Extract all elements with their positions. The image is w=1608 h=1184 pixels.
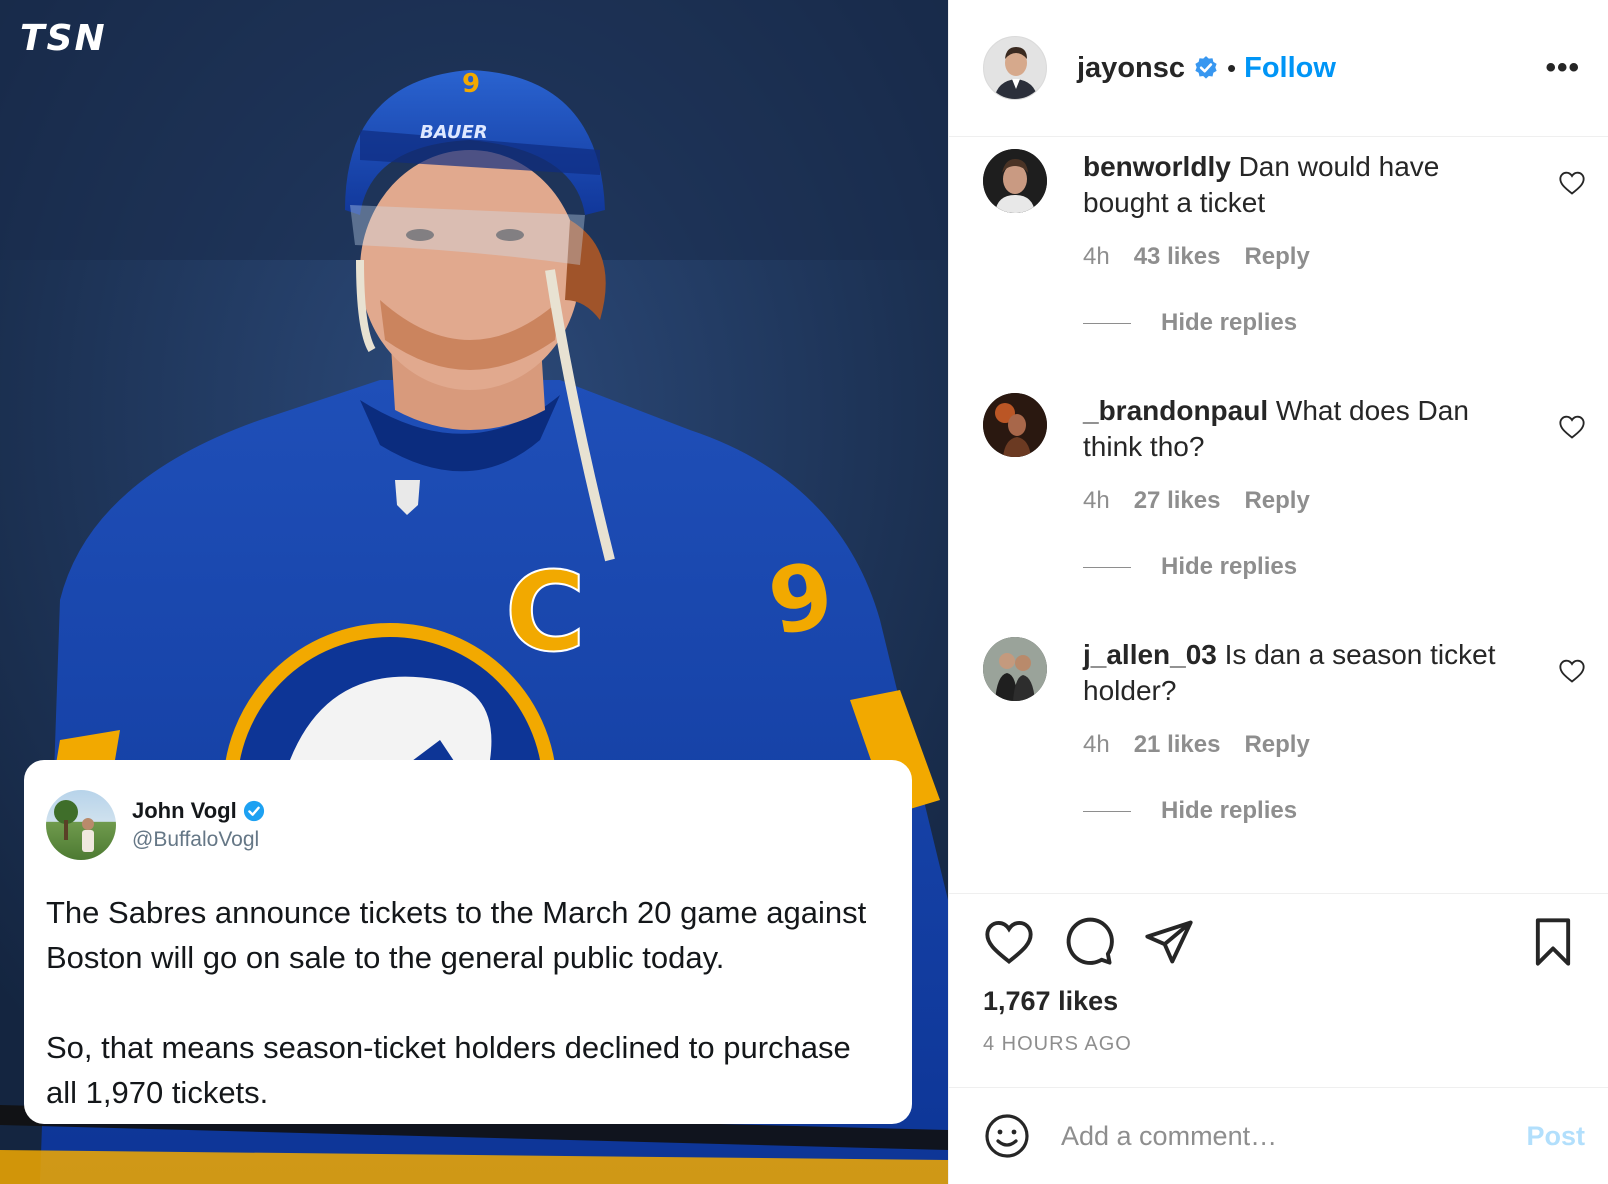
- hide-replies-label: Hide replies: [1161, 309, 1298, 336]
- author-username[interactable]: jayonsc: [1077, 52, 1185, 85]
- comment-username[interactable]: _brandonpaul: [1083, 395, 1268, 426]
- heart-icon[interactable]: [983, 916, 1035, 968]
- comment-text: _brandonpaul What does Dan think tho?: [1083, 393, 1513, 465]
- instagram-post: BAUER 9 C 9 TSN John Vogl @BuffaloVogl T…: [0, 0, 1608, 1184]
- comment-time: 4h: [1083, 243, 1110, 270]
- comment-likes[interactable]: 21 likes: [1134, 731, 1221, 759]
- replies-divider: [1083, 810, 1131, 812]
- svg-text:9: 9: [462, 69, 480, 99]
- comment-item: benworldly Dan would have bought a ticke…: [949, 149, 1608, 393]
- comment-item: j_allen_03 Is dan a season ticket holder…: [949, 637, 1608, 881]
- comment-time: 4h: [1083, 487, 1110, 514]
- hide-replies-button[interactable]: Hide replies: [1083, 553, 1608, 581]
- header-separator: •: [1227, 52, 1237, 83]
- comment-time: 4h: [1083, 731, 1110, 758]
- comments-list[interactable]: benworldly Dan would have bought a ticke…: [949, 137, 1608, 896]
- replies-divider: [1083, 566, 1131, 568]
- reply-button[interactable]: Reply: [1244, 243, 1309, 271]
- more-dots-icon[interactable]: •••: [1545, 51, 1580, 85]
- action-bar: [983, 916, 1579, 968]
- reply-button[interactable]: Reply: [1244, 731, 1309, 759]
- paper-plane-icon[interactable]: [1143, 916, 1195, 968]
- verified-badge-icon: [1195, 56, 1217, 79]
- reply-button[interactable]: Reply: [1244, 487, 1309, 515]
- comment-meta: 4h 43 likes Reply: [1083, 243, 1608, 271]
- hide-replies-button[interactable]: Hide replies: [1083, 309, 1608, 337]
- post-timestamp[interactable]: 4 HOURS AGO: [983, 1033, 1579, 1056]
- tweet-author-handle: @BuffaloVogl: [132, 828, 260, 851]
- hide-replies-label: Hide replies: [1161, 553, 1298, 580]
- heart-icon[interactable]: [1558, 657, 1586, 685]
- bookmark-icon[interactable]: [1527, 916, 1579, 968]
- post-header: jayonsc • Follow •••: [949, 0, 1608, 137]
- tweet-avatar: [46, 790, 116, 860]
- comment-bubble-icon[interactable]: [1063, 916, 1115, 968]
- comment-meta: 4h 27 likes Reply: [1083, 487, 1608, 515]
- heart-icon[interactable]: [1558, 413, 1586, 441]
- post-comment-button[interactable]: Post: [1526, 1121, 1585, 1152]
- tweet-header: John Vogl @BuffaloVogl: [46, 790, 890, 860]
- heart-icon[interactable]: [1558, 169, 1586, 197]
- svg-text:C: C: [505, 548, 586, 676]
- post-photo[interactable]: BAUER 9 C 9 TSN John Vogl @BuffaloVogl T…: [0, 0, 948, 1184]
- smiley-icon[interactable]: [983, 1112, 1031, 1160]
- comment-meta: 4h 21 likes Reply: [1083, 731, 1608, 759]
- post-sidebar: jayonsc • Follow ••• benworldly Dan woul…: [948, 0, 1608, 1184]
- replies-divider: [1083, 322, 1131, 324]
- hide-replies-label: Hide replies: [1161, 797, 1298, 824]
- comment-text: j_allen_03 Is dan a season ticket holder…: [1083, 637, 1513, 709]
- post-actions: 1,767 likes 4 HOURS AGO: [949, 893, 1608, 1087]
- hide-replies-button[interactable]: Hide replies: [1083, 797, 1608, 825]
- tweet-author-name: John Vogl: [132, 798, 265, 824]
- comment-username[interactable]: benworldly: [1083, 151, 1231, 182]
- comment-input[interactable]: [1061, 1120, 1527, 1152]
- comment-likes[interactable]: 27 likes: [1134, 487, 1221, 515]
- add-comment-bar: Post: [949, 1087, 1608, 1184]
- svg-text:BAUER: BAUER: [420, 122, 488, 143]
- verified-badge-icon: [243, 800, 264, 822]
- post-likes-count[interactable]: 1,767 likes: [983, 986, 1579, 1017]
- follow-button[interactable]: Follow: [1244, 52, 1336, 85]
- tweet-card: John Vogl @BuffaloVogl The Sabres announ…: [24, 760, 912, 1124]
- comment-likes[interactable]: 43 likes: [1134, 243, 1221, 271]
- tweet-author: John Vogl @BuffaloVogl: [132, 798, 265, 852]
- tweet-author-name-text: John Vogl: [132, 798, 237, 823]
- comment-username[interactable]: j_allen_03: [1083, 639, 1217, 670]
- tsn-logo: TSN: [20, 18, 107, 59]
- author-avatar[interactable]: [983, 36, 1047, 100]
- tweet-text: The Sabres announce tickets to the March…: [46, 895, 867, 1110]
- comment-avatar[interactable]: [983, 149, 1047, 213]
- comment-item: _brandonpaul What does Dan think tho? 4h…: [949, 393, 1608, 637]
- comment-text: benworldly Dan would have bought a ticke…: [1083, 149, 1513, 221]
- comment-avatar[interactable]: [983, 637, 1047, 701]
- comment-avatar[interactable]: [983, 393, 1047, 457]
